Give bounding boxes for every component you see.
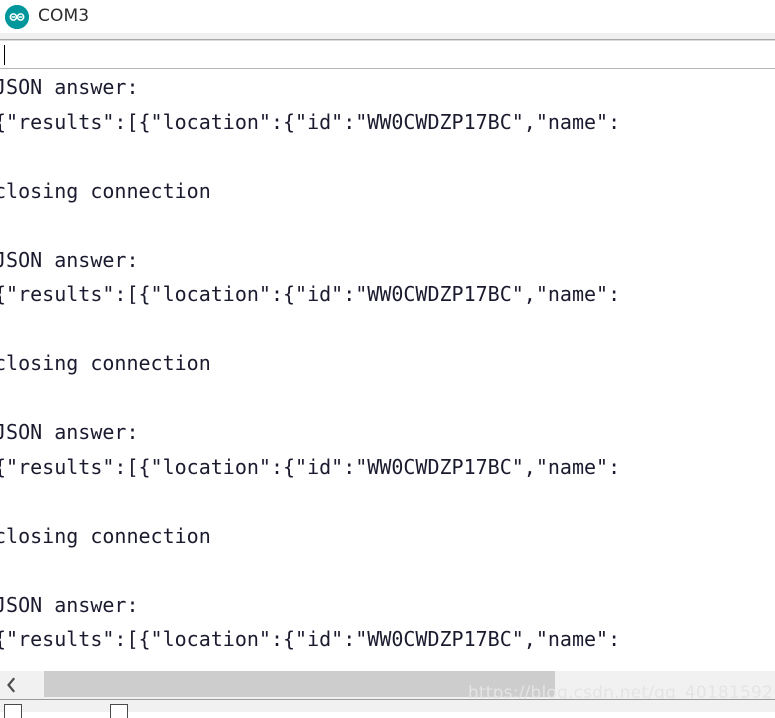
chevron-left-icon[interactable] (0, 671, 22, 699)
serial-send-input[interactable] (4, 44, 764, 66)
scrollbar-track[interactable] (22, 671, 775, 699)
console-line: closing connection (0, 178, 211, 203)
console-line-list: JSON answer: {"results":[{"location":{"id… (0, 70, 620, 657)
console-line: JSON answer: (0, 247, 139, 272)
console-line: closing connection (0, 523, 211, 548)
window-title-bar: COM3 (0, 0, 775, 33)
horizontal-scrollbar[interactable] (0, 671, 775, 699)
console-line: {"results":[{"location":{"id":"WW0CWDZP1… (0, 109, 621, 134)
page-title: COM3 (38, 6, 90, 26)
console-line: JSON answer: (0, 75, 139, 99)
arduino-infinity-icon (5, 4, 29, 29)
console-line: JSON answer: (0, 592, 139, 617)
console-line: {"results":[{"location":{"id":"WW0CWDZP1… (0, 627, 621, 651)
bottom-toolbar (0, 700, 775, 718)
serial-monitor-output[interactable]: JSON answer: {"results":[{"location":{"id… (0, 70, 775, 670)
show-timestamp-checkbox[interactable] (110, 704, 128, 718)
console-line: JSON answer: (0, 420, 139, 444)
console-line: {"results":[{"location":{"id":"WW0CWDZP1… (0, 454, 621, 479)
text-cursor (4, 45, 5, 65)
autoscroll-checkbox[interactable] (4, 704, 22, 718)
console-line: closing connection (0, 351, 211, 375)
console-line: {"results":[{"location":{"id":"WW0CWDZP1… (0, 282, 621, 306)
serial-send-field-container[interactable] (0, 40, 775, 69)
scrollbar-thumb[interactable] (44, 671, 555, 697)
